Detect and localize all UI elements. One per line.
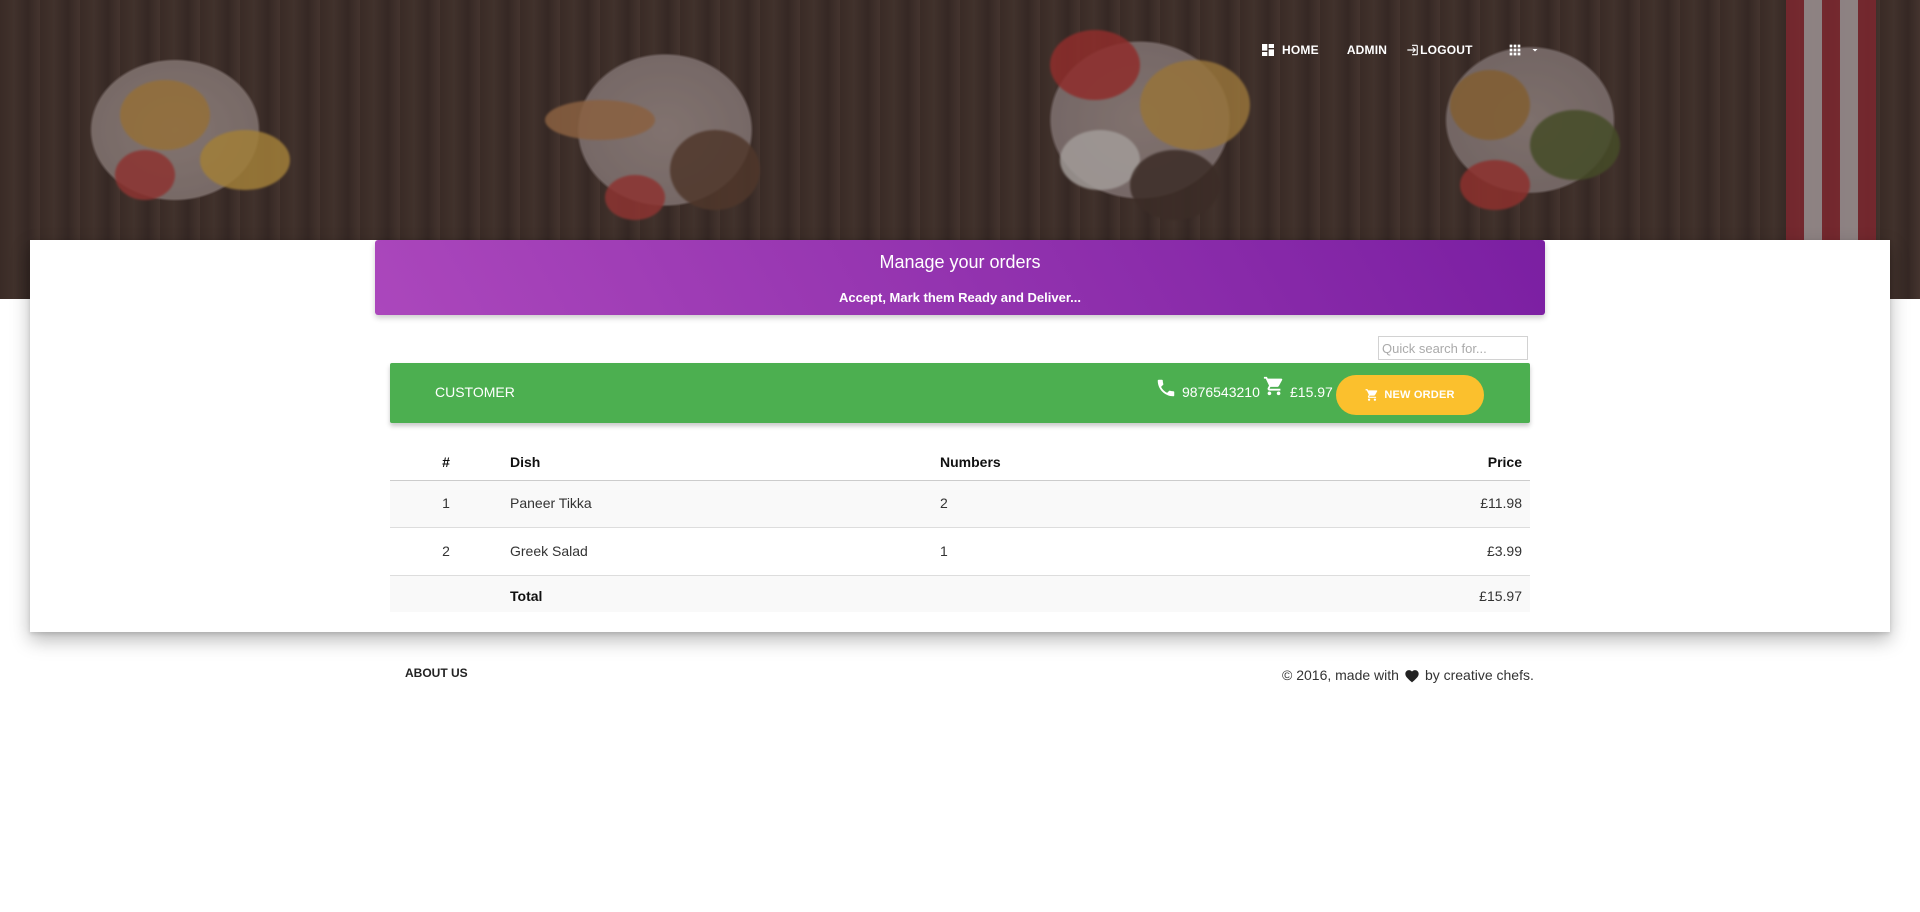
table-header-row: # Dish Numbers Price	[390, 440, 1530, 481]
nav-admin-link[interactable]: ADMIN	[1333, 43, 1401, 57]
banner-subtitle: Accept, Mark them Ready and Deliver...	[838, 290, 1082, 305]
apps-menu-dropdown[interactable]	[1487, 42, 1555, 58]
row-price: £11.98	[1480, 495, 1522, 511]
customer-phone: 9876543210	[1182, 384, 1260, 400]
credit-text-before: © 2016, made with	[1282, 667, 1399, 683]
credit-text-after: by creative chefs.	[1424, 667, 1534, 683]
orders-banner: Manage your orders Accept, Mark them Rea…	[375, 240, 1545, 315]
total-price: £15.97	[1479, 588, 1522, 604]
caret-down-icon	[1532, 49, 1538, 52]
new-order-button[interactable]: NEW ORDER	[1336, 375, 1484, 415]
total-label: Total	[510, 588, 543, 604]
customer-name: CUSTOMER	[435, 384, 515, 400]
header-dish: Dish	[510, 454, 541, 470]
customer-bar: CUSTOMER 9876543210 £15.97 NEW ORDER	[390, 363, 1530, 423]
row-quantity: 2	[940, 495, 948, 511]
header-price: Price	[1487, 454, 1522, 470]
cart-icon	[1365, 389, 1378, 401]
dashboard-icon	[1262, 44, 1274, 56]
new-order-label: NEW ORDER	[1384, 389, 1455, 401]
table-row: 2 Greek Salad 1 £3.99	[390, 528, 1530, 576]
header-numbers: Numbers	[940, 454, 1001, 470]
quick-search-input[interactable]	[1378, 336, 1528, 360]
row-number: 2	[442, 543, 450, 559]
row-quantity: 1	[940, 543, 948, 559]
nav-logout-link[interactable]: LOGOUT	[1401, 43, 1487, 57]
cart-icon	[1263, 376, 1283, 396]
cart-total: £15.97	[1290, 384, 1333, 400]
table-total-row: Total £15.97	[390, 576, 1530, 612]
banner-title: Manage your orders	[879, 252, 1041, 272]
login-icon	[1407, 44, 1418, 56]
row-price: £3.99	[1486, 543, 1522, 559]
header-number: #	[442, 454, 450, 470]
row-dish: Greek Salad	[510, 543, 588, 559]
heart-icon	[1405, 669, 1419, 682]
row-dish: Paneer Tikka	[510, 495, 592, 511]
top-navigation: HOME ADMIN LOGOUT	[1246, 40, 1555, 60]
row-number: 1	[442, 495, 450, 511]
table-row: 1 Paneer Tikka 2 £11.98	[390, 481, 1530, 528]
nav-home-link[interactable]: HOME	[1246, 42, 1333, 58]
phone-icon	[1157, 379, 1175, 397]
nav-home-label: HOME	[1282, 43, 1319, 57]
footer-credit: © 2016, made with by creative chefs.	[1282, 667, 1534, 683]
about-us-link[interactable]: ABOUT US	[405, 666, 468, 680]
nav-admin-label: ADMIN	[1346, 43, 1388, 57]
apps-grid-icon	[1509, 44, 1521, 56]
nav-logout-label: LOGOUT	[1420, 43, 1473, 57]
